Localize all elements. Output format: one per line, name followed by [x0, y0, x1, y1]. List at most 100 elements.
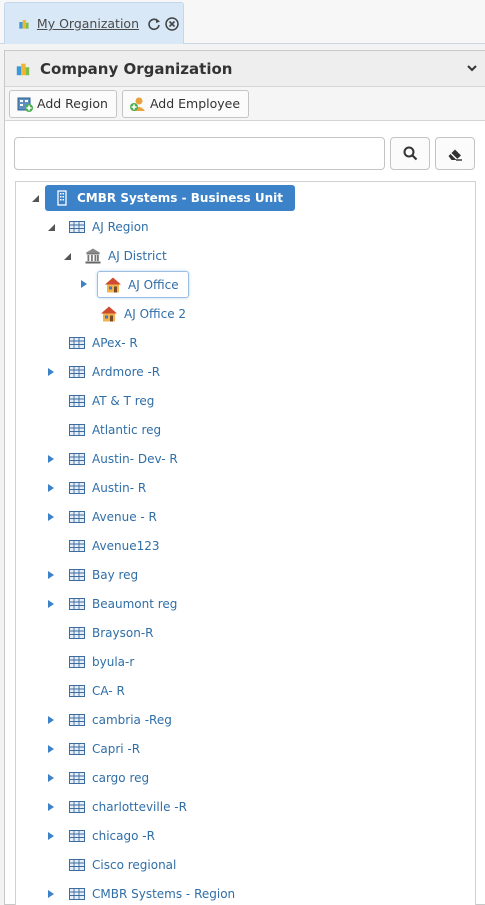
tree-node-label: CMBR Systems - Business Unit — [77, 191, 284, 205]
tree-node-label: AJ Region — [92, 220, 149, 234]
tree-node-region[interactable]: Beaumont reg — [68, 591, 181, 617]
tree-node-region[interactable]: charlotteville -R — [68, 794, 191, 820]
tree-node-root[interactable]: CMBR Systems - Business Unit — [45, 185, 296, 211]
tree-node-region[interactable]: Capri -R — [68, 736, 144, 762]
clear-button[interactable] — [435, 137, 475, 170]
tree-node-label: CA- R — [92, 684, 125, 698]
tree-node-label: charlotteville -R — [92, 800, 187, 814]
collapse-arrow-icon[interactable] — [46, 222, 56, 232]
tree-node-region[interactable]: Cisco regional — [68, 852, 180, 878]
region-icon — [69, 656, 85, 668]
search-row — [14, 137, 476, 171]
region-icon — [69, 540, 85, 552]
office-icon — [105, 277, 121, 292]
tree-node-region[interactable]: CMBR Systems - Region — [68, 881, 239, 905]
tree-node-label: Capri -R — [92, 742, 141, 756]
panel-header: Company Organization — [5, 51, 485, 87]
tree-node-region[interactable]: Brayson-R — [68, 620, 158, 646]
region-icon — [69, 772, 85, 784]
tree-node-aj-district[interactable]: AJ District — [84, 243, 171, 269]
add-region-label: Add Region — [37, 96, 108, 111]
organization-icon — [16, 63, 30, 75]
region-icon — [69, 511, 85, 523]
company-organization-panel: Company Organization Add Region Add Empl… — [4, 50, 485, 905]
collapse-arrow-icon[interactable] — [30, 193, 40, 203]
region-icon — [69, 221, 85, 233]
add-region-button[interactable]: Add Region — [9, 89, 117, 118]
tree-node-region[interactable]: CA- R — [68, 678, 129, 704]
region-icon — [69, 424, 85, 436]
region-icon — [69, 859, 85, 871]
tree-node-label: Avenue - R — [92, 510, 157, 524]
tree-node-region[interactable]: Austin- R — [68, 475, 150, 501]
region-icon — [69, 830, 85, 842]
search-button[interactable] — [390, 137, 430, 170]
chevron-down-icon[interactable] — [465, 61, 479, 75]
tree-node-label: CMBR Systems - Region — [92, 887, 236, 901]
expand-arrow-icon[interactable] — [46, 802, 56, 812]
tree-node-region[interactable]: chicago -R — [68, 823, 159, 849]
tab-title[interactable]: My Organization — [37, 16, 139, 31]
tree-node-region[interactable]: Avenue123 — [68, 533, 164, 559]
tree-node-region[interactable]: Atlantic reg — [68, 417, 165, 443]
region-icon — [69, 743, 85, 755]
region-icon — [69, 569, 85, 581]
office-icon — [101, 306, 117, 322]
region-icon — [69, 337, 85, 349]
region-icon — [69, 714, 85, 726]
tree-node-label: byula-r — [92, 655, 135, 669]
tree-node-label: AJ Office 2 — [124, 307, 187, 321]
expand-arrow-icon[interactable] — [46, 367, 56, 377]
expand-arrow-icon[interactable] — [46, 889, 56, 899]
tree-node-label: Beaumont reg — [92, 597, 178, 611]
tab-my-organization[interactable]: My Organization — [4, 2, 184, 44]
expand-arrow-icon[interactable] — [46, 512, 56, 522]
tree-node-region[interactable]: Bay reg — [68, 562, 142, 588]
tree-node-region[interactable]: byula-r — [68, 649, 138, 675]
add-region-icon — [17, 97, 33, 112]
eraser-icon — [448, 149, 462, 161]
tree-node-label: Austin- Dev- R — [92, 452, 178, 466]
tree-node-aj-office[interactable]: AJ Office — [97, 271, 189, 298]
expand-arrow-icon[interactable] — [46, 454, 56, 464]
tree-node-region[interactable]: APex- R — [68, 330, 142, 356]
tree-node-region[interactable]: Austin- Dev- R — [68, 446, 182, 472]
tree-node-label: Bay reg — [92, 568, 139, 582]
business-unit-icon — [57, 190, 67, 206]
region-icon — [69, 801, 85, 813]
region-icon — [69, 888, 85, 900]
tree-node-label: Ardmore -R — [92, 365, 161, 379]
region-icon — [69, 453, 85, 465]
expand-arrow-icon[interactable] — [46, 483, 56, 493]
expand-arrow-icon[interactable] — [46, 570, 56, 580]
region-icon — [69, 598, 85, 610]
tree-node-region[interactable]: AT & T reg — [68, 388, 158, 414]
tree-node-region[interactable]: Avenue - R — [68, 504, 161, 530]
tree-node-label: chicago -R — [92, 829, 155, 843]
tab-strip: My Organization — [0, 0, 485, 44]
tree-node-label: APex- R — [92, 336, 138, 350]
tree-node-label: Austin- R — [92, 481, 147, 495]
expand-arrow-icon[interactable] — [79, 279, 89, 289]
tree-node-region[interactable]: Ardmore -R — [68, 359, 164, 385]
collapse-arrow-icon[interactable] — [62, 251, 72, 261]
tree-node-aj-office-2[interactable]: AJ Office 2 — [100, 301, 190, 327]
expand-arrow-icon[interactable] — [46, 744, 56, 754]
refresh-icon[interactable] — [147, 16, 161, 31]
search-input[interactable] — [14, 137, 385, 170]
region-icon — [69, 685, 85, 697]
app-root: My Organization Company Organization Add… — [0, 0, 485, 905]
tree-node-label: Atlantic reg — [92, 423, 162, 437]
expand-arrow-icon[interactable] — [46, 831, 56, 841]
add-employee-button[interactable]: Add Employee — [121, 89, 250, 118]
tree-node-region[interactable]: cambria -Reg — [68, 707, 176, 733]
tree-node-aj-region[interactable]: AJ Region — [68, 214, 153, 240]
expand-arrow-icon[interactable] — [46, 773, 56, 783]
organization-tree: CMBR Systems - Business Unit AJ Region A… — [15, 181, 476, 905]
close-icon[interactable] — [165, 16, 179, 31]
tree-node-label: Brayson-R — [92, 626, 154, 640]
district-icon — [85, 248, 101, 264]
tree-node-region[interactable]: cargo reg — [68, 765, 153, 791]
expand-arrow-icon[interactable] — [46, 599, 56, 609]
expand-arrow-icon[interactable] — [46, 715, 56, 725]
